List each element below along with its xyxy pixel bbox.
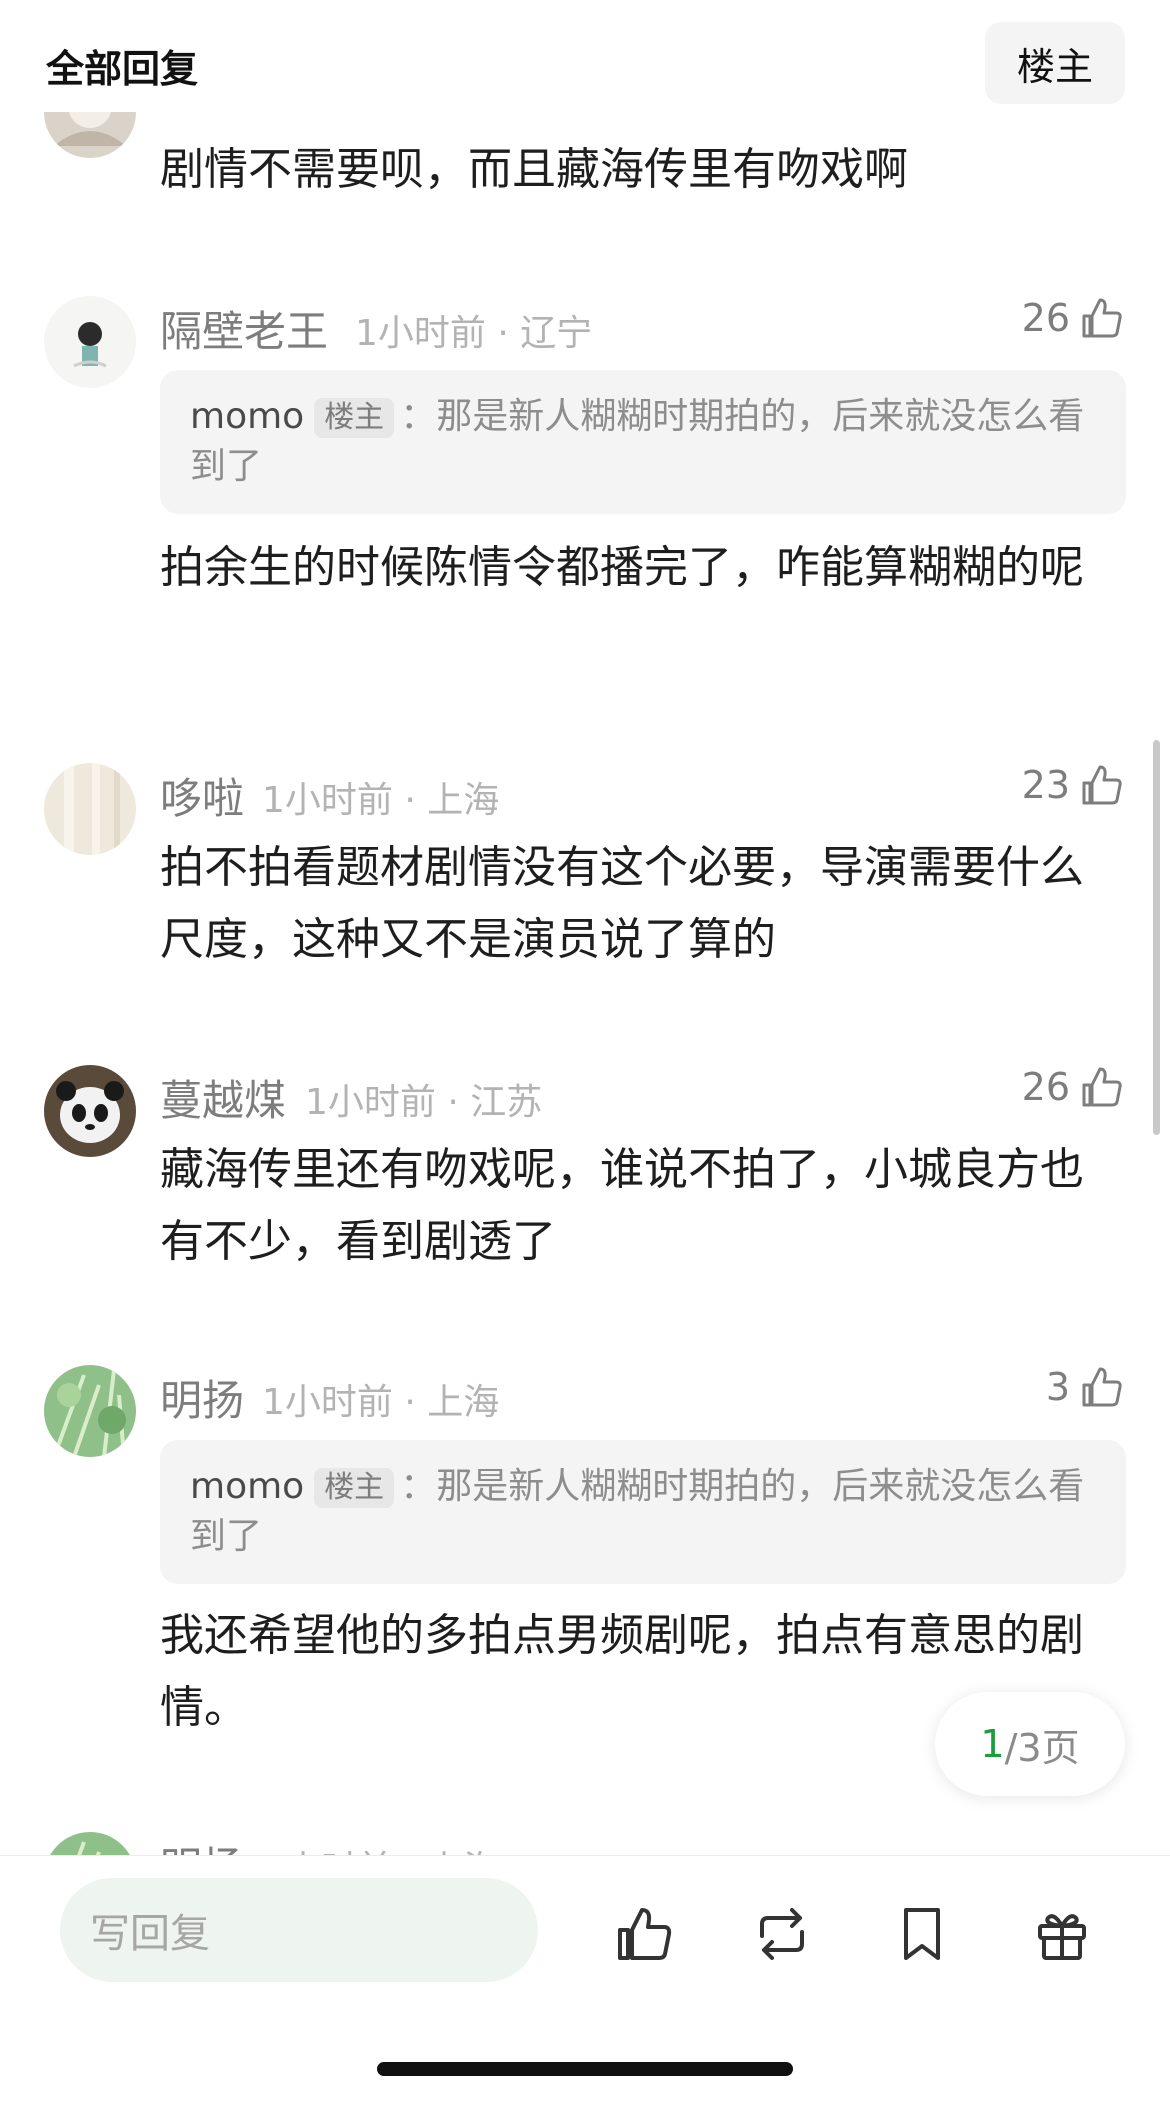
- comment-username[interactable]: 蔓越煤: [160, 1067, 286, 1128]
- page-title: 全部回复: [46, 47, 199, 91]
- owner-badge: 楼主: [314, 1468, 395, 1508]
- comment-meta: 1小时前 · 上海: [262, 780, 500, 821]
- avatar[interactable]: [44, 1832, 136, 1855]
- comment-username[interactable]: 明扬: [160, 1834, 244, 1855]
- comment-meta: 1小时前 · 上海: [262, 1382, 500, 1423]
- like-button[interactable]: 26: [1022, 294, 1126, 342]
- owner-filter-button[interactable]: 楼主: [985, 22, 1125, 104]
- thumbs-up-icon: [1082, 298, 1122, 338]
- bottom-action-bar: 写回复: [0, 1855, 1170, 2104]
- quoted-reply[interactable]: momo 楼主 ：那是新人糊糊时期拍的，后来就没怎么看到了: [160, 1440, 1126, 1584]
- header: 全部回复 楼主: [0, 0, 1170, 112]
- home-indicator: [377, 2062, 793, 2076]
- repost-icon[interactable]: [750, 1902, 814, 1966]
- like-button[interactable]: 23: [1022, 761, 1126, 809]
- quoted-reply[interactable]: momo 楼主 ：那是新人糊糊时期拍的，后来就没怎么看到了: [160, 370, 1126, 514]
- total-pages: /3页: [1004, 1725, 1080, 1770]
- comment-username[interactable]: 明扬: [160, 1367, 244, 1428]
- like-button[interactable]: 26: [1022, 1063, 1126, 1111]
- like-count: 3: [1045, 1365, 1070, 1409]
- current-page: 1: [980, 1722, 1005, 1766]
- like-count: 26: [1021, 296, 1070, 340]
- avatar[interactable]: [44, 1365, 136, 1457]
- comment-username[interactable]: 隔壁老王: [160, 298, 328, 359]
- like-count: 26: [1021, 1065, 1070, 1109]
- avatar[interactable]: [44, 1065, 136, 1157]
- thumbs-up-icon[interactable]: [612, 1902, 676, 1966]
- comment-username[interactable]: 哆啦: [160, 765, 244, 826]
- avatar[interactable]: [44, 763, 136, 855]
- thumbs-up-icon: [1082, 1367, 1122, 1407]
- reply-input[interactable]: 写回复: [60, 1878, 538, 1982]
- thumbs-up-icon: [1082, 1067, 1122, 1107]
- comment-text: 拍不拍看题材剧情没有这个必要，导演需要什么尺度，这种又不是演员说了算的: [160, 842, 1084, 965]
- like-count: 23: [1021, 763, 1070, 807]
- gift-icon[interactable]: [1030, 1902, 1094, 1966]
- comment-meta: 1小时前 · 江苏: [305, 1082, 543, 1123]
- owner-badge: 楼主: [314, 398, 395, 438]
- quote-author: momo: [190, 396, 305, 437]
- bookmark-icon[interactable]: [890, 1902, 954, 1966]
- comment-text: 藏海传里还有吻戏呢，谁说不拍了，小城良方也有不少，看到剧透了: [160, 1144, 1084, 1267]
- reply-placeholder: 写回复: [90, 1911, 210, 1957]
- comment-feed[interactable]: 剧情不需要呗，而且藏海传里有吻戏啊 隔壁老王 1小时前 · 辽宁 26 momo…: [0, 0, 1170, 1855]
- comment-text: 剧情不需要呗，而且藏海传里有吻戏啊: [160, 144, 908, 195]
- comment-meta: 1小时前 · 辽宁: [355, 313, 593, 354]
- scrollbar[interactable]: [1153, 740, 1160, 1135]
- quote-author: momo: [190, 1466, 305, 1507]
- page-indicator[interactable]: 1/3页: [935, 1692, 1125, 1796]
- avatar[interactable]: [44, 296, 136, 388]
- comment-meta: 1小时前 · 上海: [262, 1840, 499, 1855]
- thumbs-up-icon: [1082, 765, 1122, 805]
- like-button[interactable]: 3: [1046, 1363, 1126, 1411]
- comment-text: 拍余生的时候陈情令都播完了，咋能算糊糊的呢: [160, 542, 1084, 593]
